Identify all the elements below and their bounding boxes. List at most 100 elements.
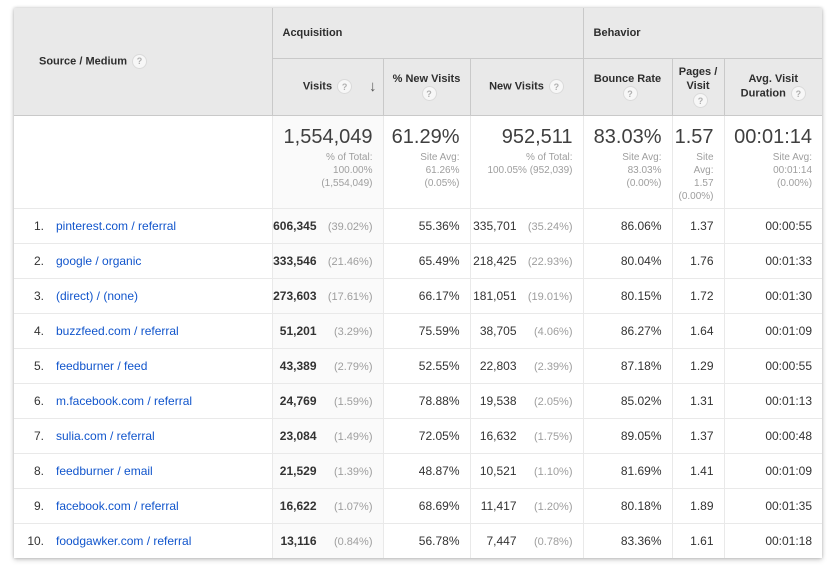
visits-percent: (21.46%) bbox=[317, 256, 373, 268]
new-visits-value: 7,447 bbox=[486, 534, 516, 548]
new-visits-value: 11,417 bbox=[481, 499, 517, 513]
new-visits-cell: 181,051(19.01%) bbox=[470, 278, 583, 313]
source-medium-link[interactable]: pinterest.com / referral bbox=[56, 219, 176, 233]
source-medium-link[interactable]: m.facebook.com / referral bbox=[56, 394, 192, 408]
row-rank: 8. bbox=[14, 464, 44, 478]
source-medium-link[interactable]: google / organic bbox=[56, 254, 141, 268]
summary-pages-visit-value: 1.57 bbox=[673, 125, 714, 149]
visits-cell: 13,116(0.84%) bbox=[272, 523, 383, 558]
visits-cell: 24,769(1.59%) bbox=[272, 383, 383, 418]
pages-visit-cell: 1.37 bbox=[672, 208, 724, 243]
summary-empty-cell bbox=[14, 115, 272, 208]
bounce-rate-label: Bounce Rate bbox=[594, 73, 661, 85]
duration-cell: 00:01:09 bbox=[724, 313, 822, 348]
pages-visit-cell: 1.37 bbox=[672, 418, 724, 453]
group-header-behavior: Behavior bbox=[583, 8, 822, 58]
visits-percent: (2.79%) bbox=[317, 361, 373, 373]
visits-cell: 273,603(17.61%) bbox=[272, 278, 383, 313]
visits-percent: (1.49%) bbox=[317, 431, 373, 443]
duration-cell: 00:00:55 bbox=[724, 208, 822, 243]
pages-visit-label: Pages / Visit bbox=[679, 66, 718, 92]
new-visits-label: New Visits bbox=[489, 80, 544, 92]
summary-pages-visit-sub: Site Avg: 1.57 (0.00%) bbox=[673, 151, 714, 203]
table-row: 1.pinterest.com / referral606,345(39.02%… bbox=[14, 208, 822, 243]
pct-new-visits-cell: 68.69% bbox=[383, 488, 470, 523]
table-row: 6.m.facebook.com / referral24,769(1.59%)… bbox=[14, 383, 822, 418]
help-icon[interactable]: ? bbox=[337, 79, 352, 94]
help-icon[interactable]: ? bbox=[549, 79, 564, 94]
visits-value: 273,603 bbox=[273, 289, 316, 303]
visits-value: 24,769 bbox=[280, 394, 317, 408]
visits-value: 51,201 bbox=[280, 324, 317, 338]
new-visits-value: 22,803 bbox=[480, 359, 517, 373]
source-medium-cell: 8. feedburner / email bbox=[14, 453, 272, 488]
source-medium-cell: 10.foodgawker.com / referral bbox=[14, 523, 272, 558]
source-medium-link[interactable]: feedburner / feed bbox=[56, 359, 147, 373]
visits-cell: 51,201(3.29%) bbox=[272, 313, 383, 348]
bounce-rate-cell: 85.02% bbox=[583, 383, 672, 418]
column-header-source-medium[interactable]: Source / Medium? bbox=[14, 8, 272, 115]
new-visits-percent: (4.06%) bbox=[517, 326, 573, 338]
visits-cell: 21,529(1.39%) bbox=[272, 453, 383, 488]
pct-new-visits-cell: 56.78% bbox=[383, 523, 470, 558]
source-medium-link[interactable]: sulia.com / referral bbox=[56, 429, 155, 443]
pages-visit-cell: 1.89 bbox=[672, 488, 724, 523]
group-header-acquisition: Acquisition bbox=[272, 8, 583, 58]
bounce-rate-cell: 80.15% bbox=[583, 278, 672, 313]
summary-new-visits: 952,511 % of Total: 100.05% (952,039) bbox=[470, 115, 583, 208]
new-visits-cell: 10,521(1.10%) bbox=[470, 453, 583, 488]
source-medium-link[interactable]: facebook.com / referral bbox=[56, 499, 179, 513]
source-medium-cell: 2.google / organic bbox=[14, 243, 272, 278]
visits-value: 21,529 bbox=[280, 464, 317, 478]
help-icon[interactable]: ? bbox=[132, 54, 147, 69]
visits-percent: (1.59%) bbox=[317, 396, 373, 408]
source-medium-link[interactable]: feedburner / email bbox=[56, 464, 153, 478]
new-visits-cell: 16,632(1.75%) bbox=[470, 418, 583, 453]
bounce-rate-cell: 87.18% bbox=[583, 348, 672, 383]
row-rank: 1. bbox=[14, 219, 44, 233]
pages-visit-cell: 1.61 bbox=[672, 523, 724, 558]
column-header-bounce-rate[interactable]: Bounce Rate? bbox=[583, 58, 672, 115]
visits-cell: 23,084(1.49%) bbox=[272, 418, 383, 453]
column-header-pct-new-visits[interactable]: % New Visits? bbox=[383, 58, 470, 115]
column-header-new-visits[interactable]: New Visits? bbox=[470, 58, 583, 115]
help-icon[interactable]: ? bbox=[791, 86, 806, 101]
source-medium-link[interactable]: (direct) / (none) bbox=[56, 289, 138, 303]
pages-visit-cell: 1.72 bbox=[672, 278, 724, 313]
new-visits-cell: 22,803(2.39%) bbox=[470, 348, 583, 383]
summary-pages-visit: 1.57 Site Avg: 1.57 (0.00%) bbox=[672, 115, 724, 208]
source-medium-link[interactable]: buzzfeed.com / referral bbox=[56, 324, 179, 338]
new-visits-cell: 11,417(1.20%) bbox=[470, 488, 583, 523]
sort-descending-icon[interactable]: ↓ bbox=[369, 80, 377, 94]
pct-new-visits-cell: 48.87% bbox=[383, 453, 470, 488]
duration-cell: 00:01:09 bbox=[724, 453, 822, 488]
column-header-visits[interactable]: Visits? ↓ bbox=[272, 58, 383, 115]
new-visits-value: 335,701 bbox=[473, 219, 516, 233]
bounce-rate-cell: 80.18% bbox=[583, 488, 672, 523]
summary-visits: 1,554,049 % of Total: 100.00% (1,554,049… bbox=[272, 115, 383, 208]
duration-cell: 00:01:30 bbox=[724, 278, 822, 313]
source-medium-link[interactable]: foodgawker.com / referral bbox=[56, 534, 191, 548]
source-medium-label: Source / Medium bbox=[39, 55, 127, 67]
new-visits-percent: (1.20%) bbox=[517, 501, 573, 513]
new-visits-cell: 218,425(22.93%) bbox=[470, 243, 583, 278]
summary-avg-duration-value: 00:01:14 bbox=[725, 125, 813, 149]
source-medium-cell: 4.buzzfeed.com / referral bbox=[14, 313, 272, 348]
new-visits-percent: (1.10%) bbox=[517, 466, 573, 478]
visits-value: 43,389 bbox=[280, 359, 317, 373]
summary-pct-new-visits-value: 61.29% bbox=[384, 125, 460, 149]
table-header: Source / Medium? Acquisition Behavior Vi… bbox=[14, 8, 822, 115]
summary-avg-duration-sub: Site Avg: 00:01:14 (0.00%) bbox=[725, 151, 813, 190]
table-row: 2.google / organic333,546(21.46%)65.49%2… bbox=[14, 243, 822, 278]
visits-value: 23,084 bbox=[280, 429, 317, 443]
visits-value: 333,546 bbox=[273, 254, 316, 268]
help-icon[interactable]: ? bbox=[623, 86, 638, 101]
table-row: 3.(direct) / (none)273,603(17.61%)66.17%… bbox=[14, 278, 822, 313]
column-header-pages-visit[interactable]: Pages / Visit? bbox=[672, 58, 724, 115]
column-header-avg-duration[interactable]: Avg. Visit Duration? bbox=[724, 58, 822, 115]
help-icon[interactable]: ? bbox=[693, 93, 708, 108]
help-icon[interactable]: ? bbox=[422, 86, 437, 101]
table-row: 7.sulia.com / referral23,084(1.49%)72.05… bbox=[14, 418, 822, 453]
new-visits-value: 10,521 bbox=[480, 464, 517, 478]
pct-new-visits-cell: 52.55% bbox=[383, 348, 470, 383]
